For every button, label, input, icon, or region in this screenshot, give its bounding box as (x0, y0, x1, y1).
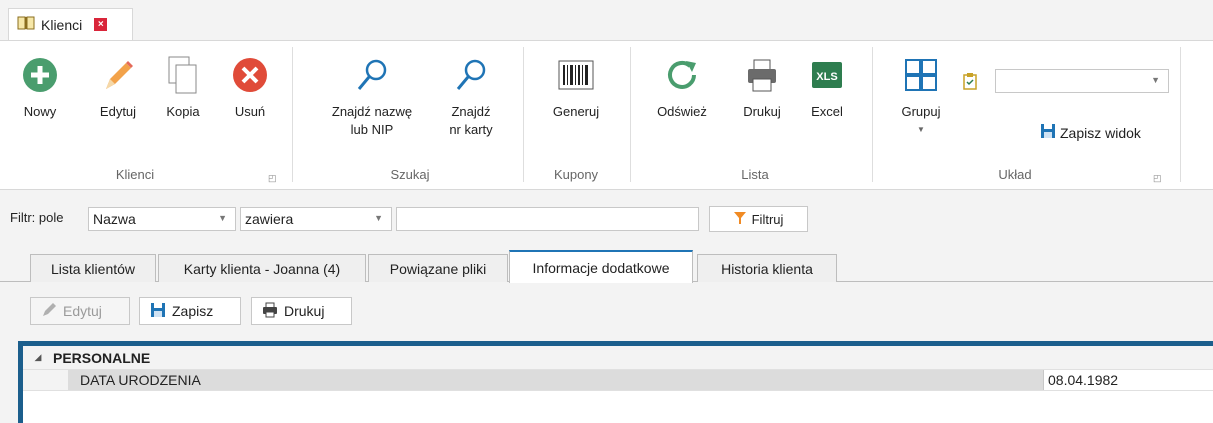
printer-icon (262, 302, 278, 321)
group-label-szukaj: Szukaj (390, 167, 430, 182)
tab-karty-klienta[interactable]: Karty klienta - Joanna (4) (158, 254, 366, 282)
filter-label: Filtr: pole (10, 210, 64, 225)
tab-powiazane-pliki[interactable]: Powiązane pliki (368, 254, 508, 282)
filter-button[interactable]: Filtruj (709, 206, 808, 232)
layout-grid-icon (903, 47, 939, 103)
plus-circle-icon (22, 47, 58, 103)
property-name: DATA URODZENIA (68, 370, 1044, 390)
ribbon-separator (872, 47, 873, 182)
dialog-launcher-icon[interactable]: ◰ (1153, 173, 1162, 184)
ribbon: Nowy Edytuj Kopia Usuń Klienci ◰ Znajdź … (0, 40, 1213, 190)
section-header-personalne[interactable]: ◢ PERSONALNE (23, 346, 1213, 369)
close-icon[interactable]: × (94, 18, 108, 31)
ribbon-separator (523, 47, 524, 182)
refresh-button[interactable]: Odśwież (650, 47, 714, 121)
document-tab-title: Klienci (41, 16, 83, 33)
save-icon (150, 302, 166, 321)
layout-select[interactable]: ▼ (995, 69, 1169, 93)
refresh-icon (664, 47, 700, 103)
chevron-down-icon: ▼ (917, 125, 925, 134)
group-label-kupony: Kupony (553, 167, 599, 182)
new-button[interactable]: Nowy (18, 47, 62, 121)
property-value[interactable]: 08.04.1982 (1044, 372, 1213, 388)
funnel-icon (733, 211, 746, 227)
book-icon (17, 15, 35, 34)
pencil-icon (41, 302, 57, 321)
edit-button[interactable]: Edytuj (90, 47, 146, 121)
tab-informacje-dodatkowe[interactable]: Informacje dodatkowe (509, 250, 693, 283)
excel-icon: XLS (809, 47, 845, 103)
chevron-down-icon: ▼ (1151, 75, 1160, 85)
property-grid: ◢ PERSONALNE DATA URODZENIA 08.04.1982 (18, 341, 1213, 423)
clipboard-icon[interactable] (962, 72, 978, 93)
print-button[interactable]: Drukuj (251, 297, 352, 325)
search-icon (354, 47, 390, 103)
print-button[interactable]: Drukuj (736, 47, 788, 121)
document-tab-klienci[interactable]: Klienci × (8, 8, 133, 40)
search-icon (453, 47, 489, 103)
tab-historia-klienta[interactable]: Historia klienta (697, 254, 837, 282)
table-row[interactable]: DATA URODZENIA 08.04.1982 (23, 369, 1213, 391)
group-label-klienci: Klienci (115, 167, 155, 182)
details-toolbar: Edytuj Zapisz Drukuj (0, 293, 1213, 329)
chevron-down-icon: ▼ (374, 213, 383, 223)
group-label-uklad: Układ (998, 167, 1032, 182)
filter-operator-select[interactable]: zawiera ▼ (240, 207, 392, 231)
filter-text-input[interactable] (396, 207, 699, 231)
svg-text:XLS: XLS (816, 71, 837, 83)
document-tab-bar: Klienci × (0, 0, 1213, 40)
collapse-triangle-icon[interactable]: ◢ (23, 352, 53, 363)
group-label-lista: Lista (741, 167, 769, 182)
save-button[interactable]: Zapisz (139, 297, 241, 325)
save-view-button[interactable]: Zapisz widok (1040, 123, 1141, 142)
content-tab-bar: Lista klientów Karty klienta - Joanna (4… (0, 248, 1213, 283)
chevron-down-icon: ▼ (218, 213, 227, 223)
find-name-button[interactable]: Znajdź nazwę lub NIP (318, 47, 426, 139)
edit-button[interactable]: Edytuj (30, 297, 130, 325)
pencil-icon (100, 47, 136, 103)
filter-bar: Filtr: pole Nazwa ▼ zawiera ▼ Filtruj (0, 200, 1213, 236)
find-card-button[interactable]: Znajdź nr karty (440, 47, 502, 139)
barcode-icon (558, 47, 594, 103)
ribbon-separator (292, 47, 293, 182)
excel-button[interactable]: XLS Excel (804, 47, 850, 121)
dialog-launcher-icon[interactable]: ◰ (268, 173, 277, 184)
group-button[interactable]: Grupuj ▼ (890, 47, 952, 139)
ribbon-separator (630, 47, 631, 182)
copy-icon (165, 47, 201, 103)
copy-button[interactable]: Kopia (158, 47, 208, 121)
tab-lista-klientow[interactable]: Lista klientów (30, 254, 156, 282)
filter-field-select[interactable]: Nazwa ▼ (88, 207, 236, 231)
delete-button[interactable]: Usuń (226, 47, 274, 121)
printer-icon (744, 47, 780, 103)
ribbon-separator (1180, 47, 1181, 182)
delete-circle-icon (232, 47, 268, 103)
save-icon (1040, 123, 1056, 142)
generate-button[interactable]: Generuj (545, 47, 607, 121)
